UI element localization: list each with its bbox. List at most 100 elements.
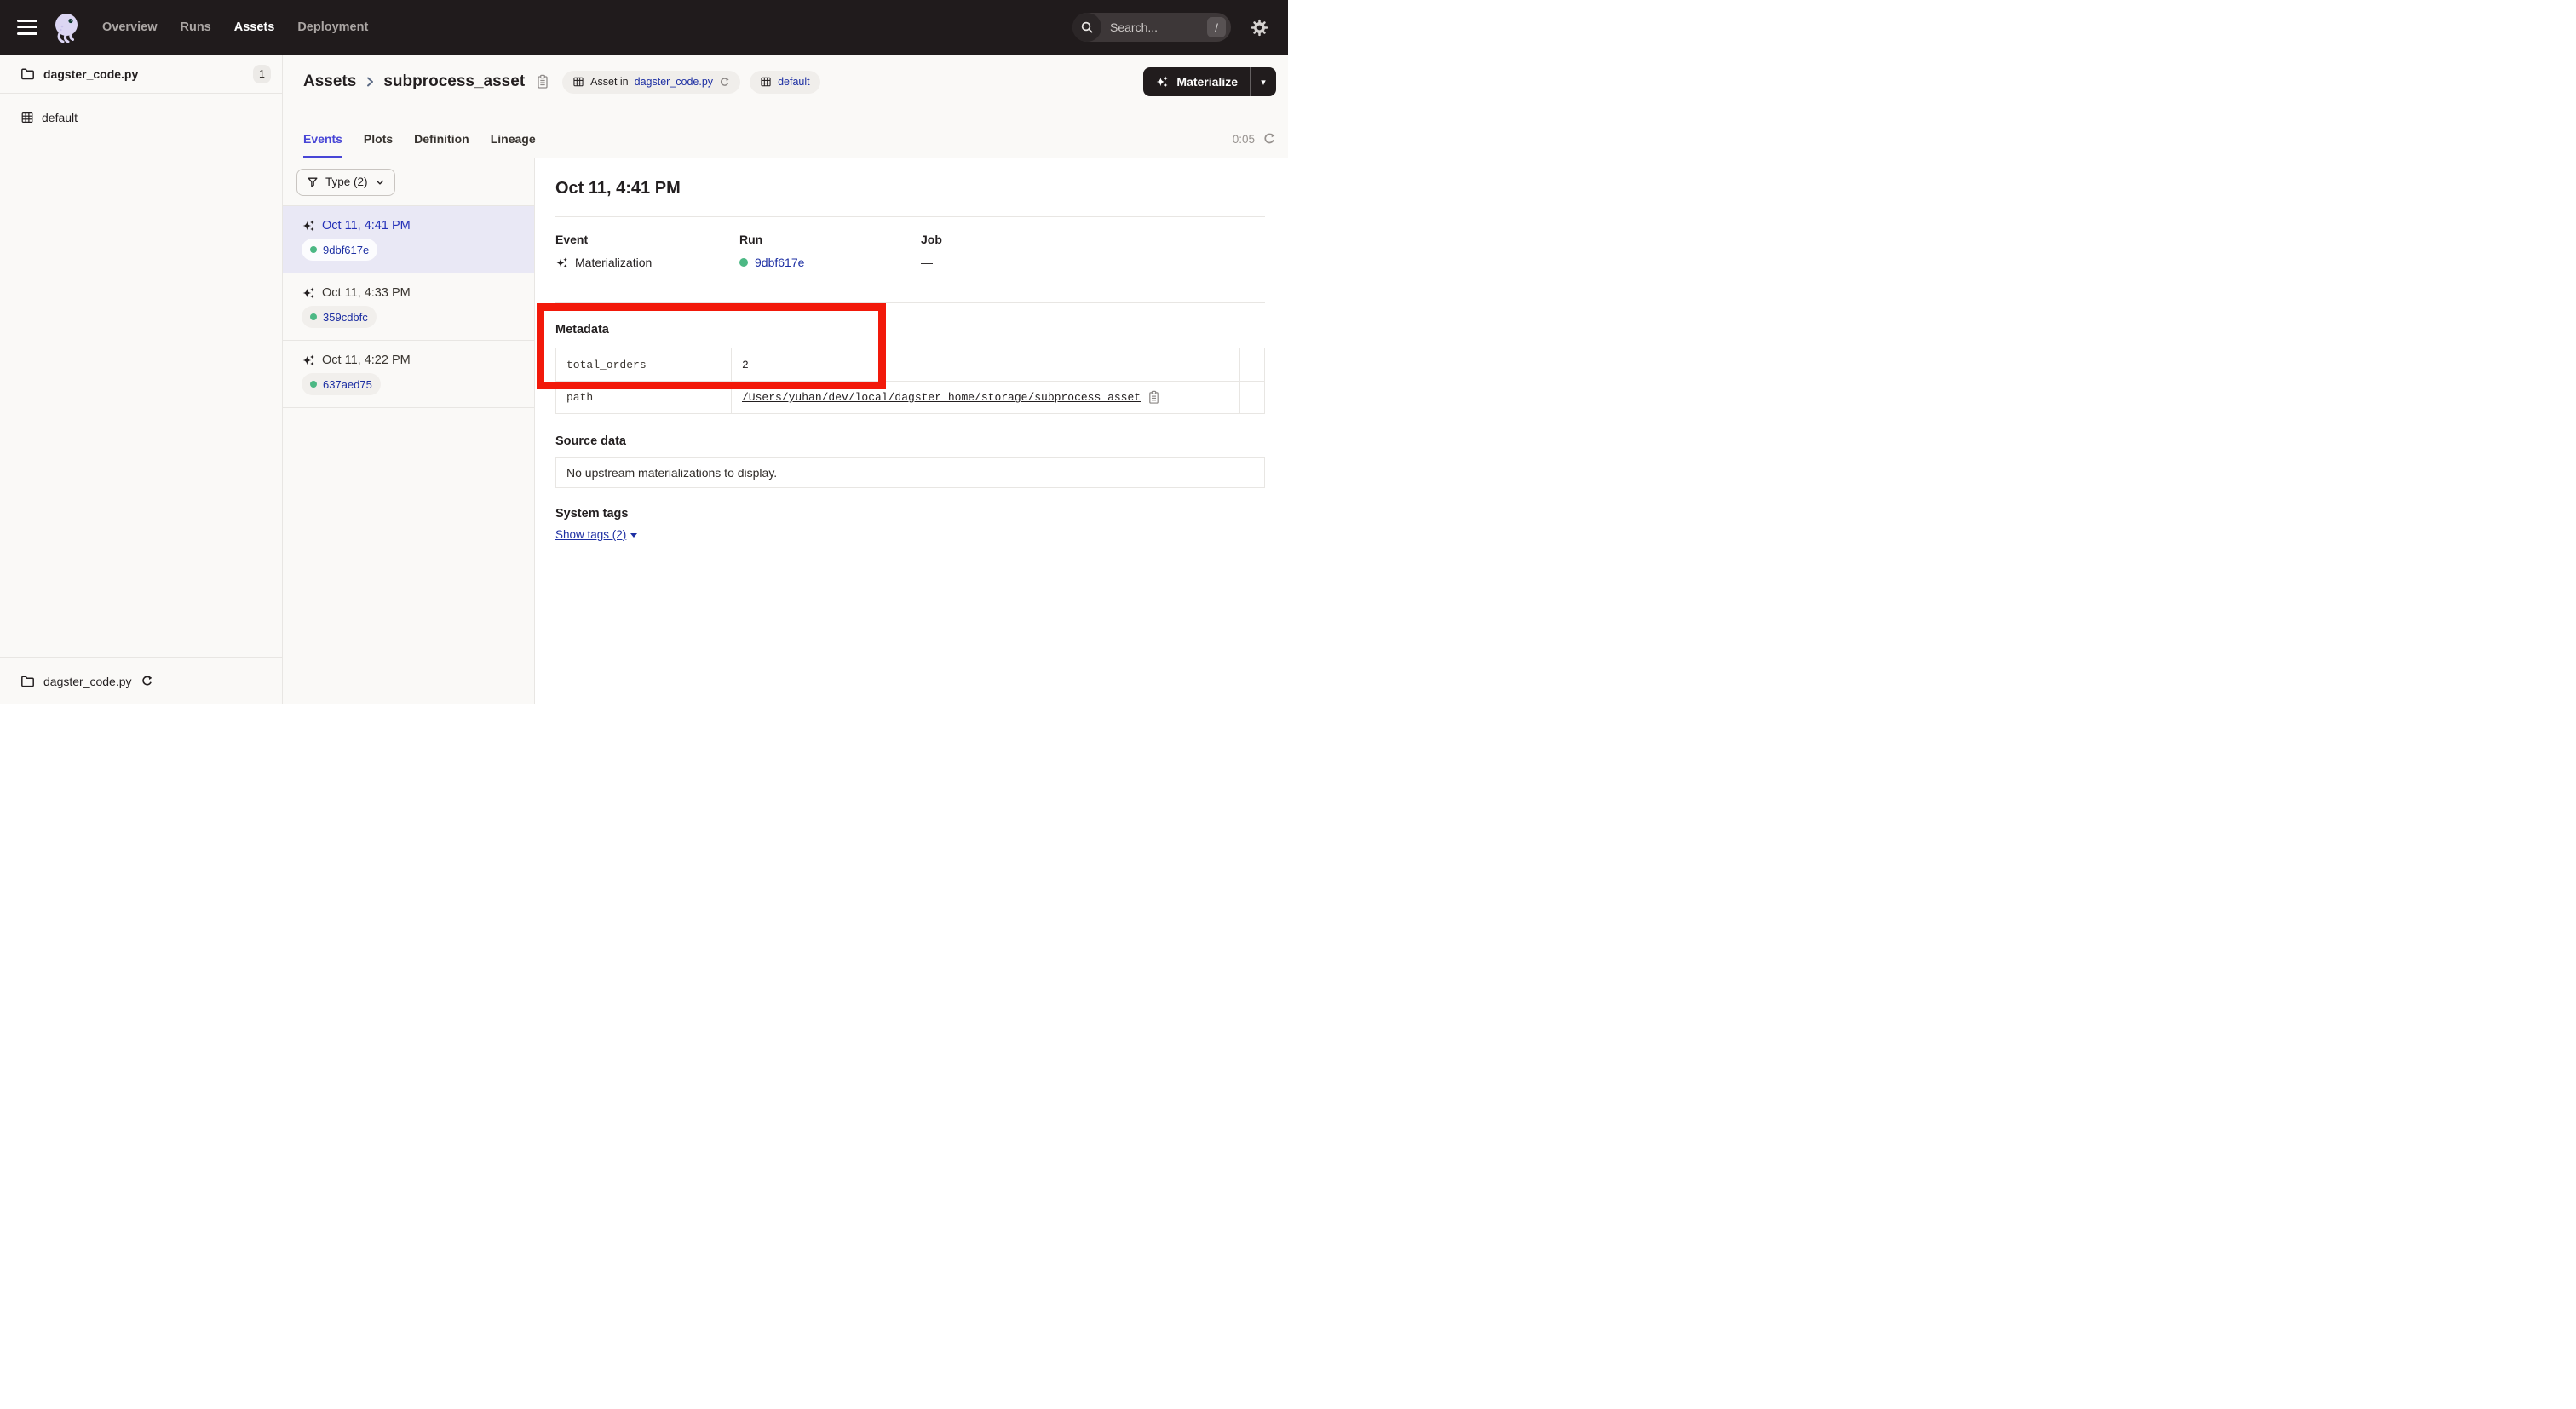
tab-lineage[interactable]: Lineage xyxy=(491,132,536,158)
metadata-heading: Metadata xyxy=(555,321,1265,338)
divider xyxy=(555,302,1265,303)
table-end-cell xyxy=(1240,382,1264,413)
run-id-link[interactable]: 9dbf617e xyxy=(323,244,369,256)
materialize-dropdown-button[interactable]: ▾ xyxy=(1251,67,1276,96)
sidebar-group-label: default xyxy=(42,111,78,124)
metadata-key: path xyxy=(556,382,732,413)
chevron-down-icon xyxy=(375,177,385,187)
nav-item-assets[interactable]: Assets xyxy=(234,20,275,34)
search-placeholder: Search... xyxy=(1110,20,1207,34)
sparkle-materialization-icon xyxy=(302,286,315,300)
menu-icon[interactable] xyxy=(17,20,37,35)
asset-in-prefix: Asset in xyxy=(590,76,628,88)
source-data-empty-message: No upstream materializations to display. xyxy=(566,466,777,480)
tab-events[interactable]: Events xyxy=(303,132,342,158)
sidebar-item-code-location[interactable]: dagster_code.py 1 xyxy=(0,55,282,94)
grid-icon xyxy=(572,76,584,88)
code-location-link[interactable]: dagster_code.py xyxy=(635,76,713,88)
sidebar-footer-code-location[interactable]: dagster_code.py xyxy=(0,657,282,704)
event-list-item[interactable]: Oct 11, 4:22 PM 637aed75 xyxy=(283,341,534,408)
type-filter-label: Type (2) xyxy=(325,175,368,188)
event-column-label: Event xyxy=(555,231,739,248)
search-icon xyxy=(1072,13,1101,42)
asset-in-location-badge[interactable]: Asset in dagster_code.py xyxy=(562,71,740,94)
table-row: total_orders 2 xyxy=(556,348,1264,381)
dagster-logo[interactable] xyxy=(49,10,83,44)
folder-icon xyxy=(20,66,35,81)
asset-page-header: Assets subprocess_asset Asset in dagster… xyxy=(283,55,1288,158)
table-end-cell xyxy=(1240,348,1264,381)
breadcrumb-assets-link[interactable]: Assets xyxy=(303,71,356,93)
primary-nav: Overview Runs Assets Deployment xyxy=(102,20,368,34)
run-column-label: Run xyxy=(739,231,921,248)
nav-item-deployment[interactable]: Deployment xyxy=(297,20,368,34)
materialize-button[interactable]: Materialize ▾ xyxy=(1143,67,1276,96)
sparkle-materialization-icon xyxy=(302,219,315,233)
job-column-label: Job xyxy=(921,231,1265,248)
event-type-value: Materialization xyxy=(575,256,652,269)
search-input[interactable]: Search... / xyxy=(1072,13,1231,42)
sidebar-item-group-default[interactable]: default xyxy=(0,104,282,131)
group-link[interactable]: default xyxy=(778,76,810,88)
materialize-label: Materialize xyxy=(1176,75,1238,89)
copy-icon[interactable] xyxy=(1147,390,1160,405)
job-value-empty: — xyxy=(921,256,933,269)
breadcrumb: Assets subprocess_asset xyxy=(303,71,549,93)
sidebar-footer-label: dagster_code.py xyxy=(43,675,132,688)
search-shortcut-key: / xyxy=(1207,17,1226,37)
chevron-right-icon xyxy=(364,75,376,89)
source-data-empty-box: No upstream materializations to display. xyxy=(555,457,1265,488)
refresh-icon[interactable] xyxy=(719,77,730,88)
event-timestamp: Oct 11, 4:22 PM xyxy=(322,354,411,367)
run-id-pill[interactable]: 359cdbfc xyxy=(302,306,377,328)
refresh-countdown: 0:05 xyxy=(1233,133,1255,146)
metadata-path-link[interactable]: /Users/yuhan/dev/local/dagster_home/stor… xyxy=(742,391,1141,404)
metadata-table: total_orders 2 path /Users/yuhan/dev/loc… xyxy=(555,348,1265,414)
page-title: subprocess_asset xyxy=(383,71,525,93)
refresh-icon[interactable] xyxy=(1262,132,1276,146)
sparkle-materialization-icon xyxy=(302,354,315,367)
refresh-icon[interactable] xyxy=(141,675,153,687)
run-id-link[interactable]: 637aed75 xyxy=(323,378,372,391)
group-badge[interactable]: default xyxy=(750,71,820,94)
grid-icon xyxy=(20,111,34,124)
run-id-link[interactable]: 359cdbfc xyxy=(323,311,368,324)
event-detail-title: Oct 11, 4:41 PM xyxy=(555,177,1265,199)
folder-icon xyxy=(20,674,35,688)
system-tags-heading: System tags xyxy=(555,505,1265,522)
grid-icon xyxy=(760,76,772,88)
gear-icon[interactable] xyxy=(1251,19,1268,37)
event-list-item[interactable]: Oct 11, 4:41 PM 9dbf617e xyxy=(283,206,534,273)
asset-tabs: Events Plots Definition Lineage 0:05 xyxy=(283,96,1288,158)
run-id-pill[interactable]: 637aed75 xyxy=(302,373,381,395)
tab-definition[interactable]: Definition xyxy=(414,132,469,158)
event-timestamp: Oct 11, 4:33 PM xyxy=(322,286,411,300)
top-nav-bar: Overview Runs Assets Deployment Search..… xyxy=(0,0,1288,55)
filter-funnel-icon xyxy=(307,176,319,188)
sparkle-materialization-icon xyxy=(555,256,568,269)
run-status-dot xyxy=(310,381,317,388)
show-tags-label: Show tags (2) xyxy=(555,528,626,541)
sidebar-item-label: dagster_code.py xyxy=(43,67,244,81)
run-status-dot xyxy=(739,258,748,267)
show-tags-toggle[interactable]: Show tags (2) xyxy=(555,528,637,541)
run-id-link[interactable]: 9dbf617e xyxy=(755,256,804,269)
source-data-heading: Source data xyxy=(555,433,1265,450)
metadata-key: total_orders xyxy=(556,348,732,381)
chevron-down-icon: ▾ xyxy=(1261,77,1266,88)
event-list-panel: Type (2) Oct 11, 4:41 PM 9dbf617e xyxy=(283,158,535,704)
run-id-pill[interactable]: 9dbf617e xyxy=(302,239,377,261)
asset-count-badge: 1 xyxy=(253,65,271,83)
type-filter-button[interactable]: Type (2) xyxy=(296,169,395,196)
run-status-dot xyxy=(310,313,317,320)
event-detail-panel: Oct 11, 4:41 PM Event Materialization Ru… xyxy=(535,158,1288,704)
copy-icon[interactable] xyxy=(536,74,549,89)
metadata-value: 2 xyxy=(742,359,749,371)
event-list-item[interactable]: Oct 11, 4:33 PM 359cdbfc xyxy=(283,273,534,341)
event-timestamp: Oct 11, 4:41 PM xyxy=(322,219,411,233)
nav-item-overview[interactable]: Overview xyxy=(102,20,158,34)
nav-item-runs[interactable]: Runs xyxy=(181,20,211,34)
divider xyxy=(555,216,1265,217)
run-status-dot xyxy=(310,246,317,253)
tab-plots[interactable]: Plots xyxy=(364,132,393,158)
